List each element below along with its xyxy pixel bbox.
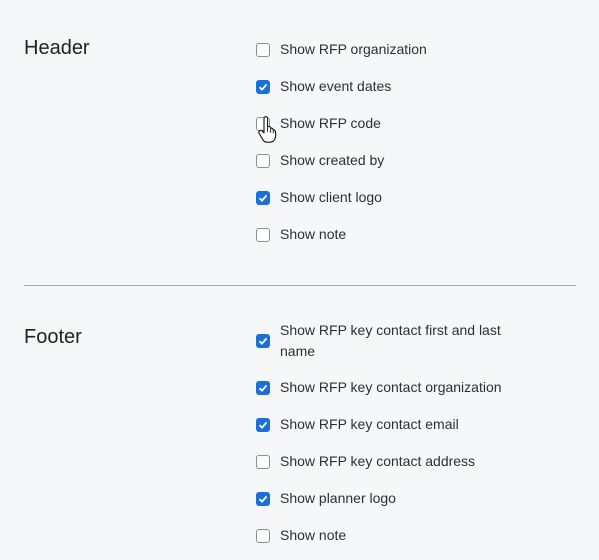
option-show-client-logo[interactable]: Show client logo bbox=[256, 188, 520, 207]
option-label: Show RFP key contact email bbox=[280, 416, 459, 432]
hand-pointer-cursor-icon bbox=[258, 116, 277, 143]
checkbox[interactable] bbox=[256, 79, 270, 94]
option-show-key-contact-address[interactable]: Show RFP key contact address bbox=[256, 452, 520, 471]
option-label: Show note bbox=[280, 527, 347, 543]
option-show-created-by[interactable]: Show created by bbox=[256, 151, 520, 170]
option-label: Show RFP key contact address bbox=[280, 453, 476, 469]
header-section-title: Header bbox=[24, 37, 90, 59]
print-options-panel: Header Show RFP organization Show event … bbox=[0, 0, 599, 560]
option-show-planner-logo[interactable]: Show planner logo bbox=[256, 489, 520, 508]
option-label: Show planner logo bbox=[280, 490, 396, 506]
footer-section-title: Footer bbox=[24, 326, 82, 348]
option-label: Show RFP organization bbox=[280, 41, 427, 57]
checkmark-icon bbox=[258, 83, 268, 91]
option-label: Show RFP code bbox=[280, 115, 381, 131]
checkbox[interactable] bbox=[256, 190, 270, 205]
checkbox[interactable] bbox=[256, 333, 270, 348]
option-label: Show event dates bbox=[280, 78, 392, 94]
checkbox[interactable] bbox=[256, 454, 270, 469]
checkbox[interactable] bbox=[256, 227, 270, 242]
option-show-rfp-code[interactable]: Show RFP code bbox=[256, 114, 520, 133]
header-options-list: Show RFP organization Show event dates S… bbox=[256, 40, 520, 262]
option-label: Show RFP key contact first and last name bbox=[280, 321, 501, 359]
option-show-note[interactable]: Show note bbox=[256, 225, 520, 244]
checkbox[interactable] bbox=[256, 528, 270, 543]
option-show-footer-note[interactable]: Show note bbox=[256, 526, 520, 545]
checkmark-icon bbox=[258, 337, 268, 345]
section-divider bbox=[24, 285, 576, 286]
checkbox[interactable] bbox=[256, 417, 270, 432]
option-show-event-dates[interactable]: Show event dates bbox=[256, 77, 520, 96]
option-show-key-contact-name[interactable]: Show RFP key contact first and last name bbox=[256, 320, 520, 361]
checkbox[interactable] bbox=[256, 153, 270, 168]
option-label: Show created by bbox=[280, 152, 385, 168]
option-show-key-contact-email[interactable]: Show RFP key contact email bbox=[256, 415, 520, 434]
option-label: Show note bbox=[280, 226, 347, 242]
option-label: Show client logo bbox=[280, 189, 382, 205]
checkbox[interactable] bbox=[256, 380, 270, 395]
footer-options-list: Show RFP key contact first and last name… bbox=[256, 320, 520, 560]
checkbox[interactable] bbox=[256, 491, 270, 506]
option-show-rfp-organization[interactable]: Show RFP organization bbox=[256, 40, 520, 59]
option-show-key-contact-organization[interactable]: Show RFP key contact organization bbox=[256, 378, 520, 397]
checkmark-icon bbox=[258, 421, 268, 429]
checkmark-icon bbox=[258, 495, 268, 503]
checkbox[interactable] bbox=[256, 42, 270, 57]
option-label: Show RFP key contact organization bbox=[280, 379, 502, 395]
checkmark-icon bbox=[258, 384, 268, 392]
checkmark-icon bbox=[258, 194, 268, 202]
